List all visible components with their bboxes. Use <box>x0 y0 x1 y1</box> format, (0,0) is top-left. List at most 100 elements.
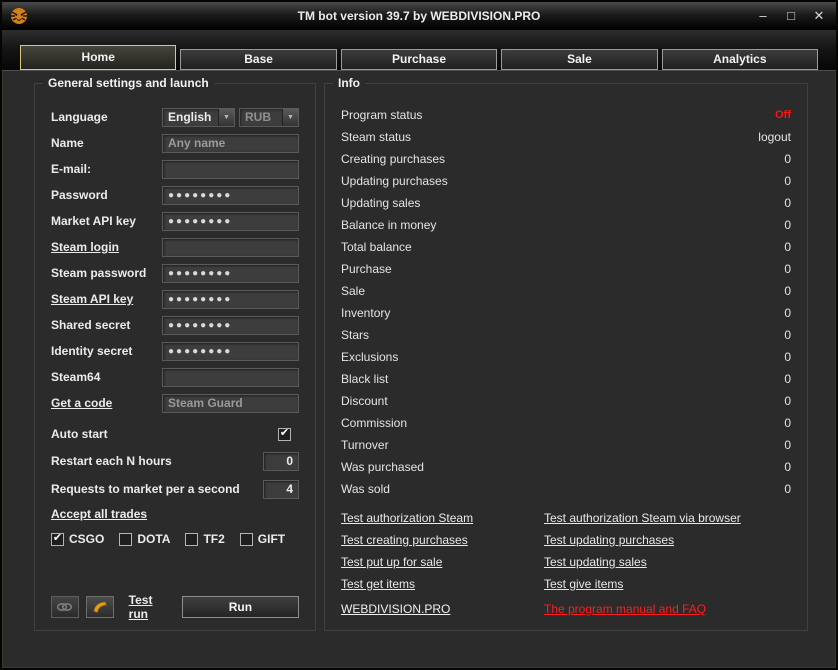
currency-dropdown[interactable]: RUB ▼ <box>239 107 299 127</box>
shared-secret-label: Shared secret <box>51 318 131 332</box>
steam64-input[interactable] <box>162 367 299 387</box>
tf2-label: TF2 <box>203 532 225 546</box>
accept-all-trades-link[interactable]: Accept all trades <box>51 507 147 521</box>
titlebar[interactable]: TM bot version 39.7 by WEBDIVISION.PRO –… <box>2 2 836 30</box>
game-tf2: TF2 <box>185 532 225 546</box>
info-value: 0 <box>784 196 791 210</box>
info-label: Program status <box>341 108 423 122</box>
name-label: Name <box>51 136 84 150</box>
steam-status-badge: logout <box>758 130 791 144</box>
settings-group: General settings and launch Language Eng… <box>34 76 316 631</box>
restart-hours-input[interactable] <box>263 451 299 471</box>
shared-secret-input[interactable] <box>162 315 299 335</box>
identity-secret-input[interactable] <box>162 341 299 361</box>
info-label: Balance in money <box>341 218 437 232</box>
test-authorization-steam-link[interactable]: Test authorization Steam <box>341 511 544 525</box>
disconnect-button[interactable] <box>51 596 79 618</box>
tab-purchase[interactable]: Purchase <box>340 49 498 70</box>
password-input[interactable] <box>162 185 299 205</box>
steam-guard-input[interactable] <box>162 393 299 413</box>
requests-row: Requests to market per a second <box>51 475 299 503</box>
email-label: E-mail: <box>51 162 92 176</box>
window-controls: – □ ✕ <box>754 7 828 25</box>
info-group: Info Program status Off Steam status log… <box>324 76 808 631</box>
test-run-link[interactable]: Test run <box>129 593 175 621</box>
minimize-button[interactable]: – <box>754 7 772 25</box>
tf2-checkbox[interactable] <box>185 532 199 546</box>
webdivision-link[interactable]: WEBDIVISION.PRO <box>341 602 450 616</box>
chevron-down-icon[interactable]: ▼ <box>218 108 234 126</box>
steam-api-key-link[interactable]: Steam API key <box>51 292 133 306</box>
steam-password-row: Steam password <box>51 260 299 286</box>
program-status-badge: Off <box>775 109 791 121</box>
steam64-row: Steam64 <box>51 364 299 390</box>
tab-home[interactable]: Home <box>20 45 177 70</box>
info-label: Was sold <box>341 482 390 496</box>
info-value: 0 <box>784 284 791 298</box>
gift-checkbox[interactable] <box>239 532 253 546</box>
market-api-key-label: Market API key <box>51 214 136 228</box>
info-label: Discount <box>341 394 388 408</box>
chain-link-icon <box>57 602 73 612</box>
dota-checkbox[interactable] <box>119 532 133 546</box>
info-value: 0 <box>784 306 791 320</box>
autostart-row: Auto start ✔ <box>51 421 299 447</box>
email-input[interactable] <box>162 159 299 179</box>
info-row: Was sold 0 <box>341 478 791 500</box>
app-logo-icon <box>10 6 30 26</box>
test-links-block: Test authorization Steam Test authorizat… <box>341 507 791 595</box>
test-get-items-link[interactable]: Test get items <box>341 577 544 591</box>
test-give-items-link[interactable]: Test give items <box>544 577 623 591</box>
autostart-label: Auto start <box>51 427 108 441</box>
accept-trades-row: Accept all trades <box>51 503 299 525</box>
tab-base[interactable]: Base <box>180 49 337 70</box>
info-label: Steam status <box>341 130 412 144</box>
name-input[interactable] <box>162 133 299 153</box>
csgo-checkbox[interactable]: ✔ <box>51 532 64 546</box>
info-value: 0 <box>784 240 791 254</box>
info-label: Stars <box>341 328 370 342</box>
test-updating-purchases-link[interactable]: Test updating purchases <box>544 533 674 547</box>
close-button[interactable]: ✕ <box>810 7 828 25</box>
run-button[interactable]: Run <box>181 596 300 618</box>
steam-api-key-row: Steam API key <box>51 286 299 312</box>
maximize-button[interactable]: □ <box>782 7 800 25</box>
steam-login-input[interactable] <box>162 237 299 257</box>
info-value: 0 <box>784 482 791 496</box>
autostart-checkbox[interactable]: ✔ <box>278 427 291 441</box>
market-api-key-row: Market API key <box>51 208 299 234</box>
test-creating-purchases-link[interactable]: Test creating purchases <box>341 533 544 547</box>
info-value: 0 <box>784 372 791 386</box>
market-api-key-input[interactable] <box>162 211 299 231</box>
steam-api-key-input[interactable] <box>162 289 299 309</box>
steam-password-input[interactable] <box>162 263 299 283</box>
horn-button[interactable] <box>85 596 114 618</box>
test-updating-sales-link[interactable]: Test updating sales <box>544 555 647 569</box>
launch-row: Test run Run <box>51 593 300 621</box>
steam-password-label: Steam password <box>51 266 147 280</box>
test-put-up-for-sale-link[interactable]: Test put up for sale <box>341 555 544 569</box>
chevron-down-icon[interactable]: ▼ <box>282 108 298 126</box>
info-row: Purchase 0 <box>341 258 791 280</box>
language-value: English <box>168 109 212 124</box>
language-dropdown[interactable]: English ▼ <box>162 107 235 127</box>
gift-label: GIFT <box>257 532 286 546</box>
tab-sale[interactable]: Sale <box>501 49 658 70</box>
info-value: 0 <box>784 460 791 474</box>
steam-login-link[interactable]: Steam login <box>51 240 119 254</box>
info-row: Turnover 0 <box>341 434 791 456</box>
test-authorization-steam-browser-link[interactable]: Test authorization Steam via browser <box>544 511 741 525</box>
info-row: Black list 0 <box>341 368 791 390</box>
info-label: Total balance <box>341 240 412 254</box>
info-label: Was purchased <box>341 460 424 474</box>
test-links-row: Test get items Test give items <box>341 573 791 595</box>
app-window: TM bot version 39.7 by WEBDIVISION.PRO –… <box>0 0 838 670</box>
tab-analytics[interactable]: Analytics <box>661 49 819 70</box>
manual-faq-link[interactable]: The program manual and FAQ <box>544 602 706 616</box>
shared-secret-row: Shared secret <box>51 312 299 338</box>
identity-secret-row: Identity secret <box>51 338 299 364</box>
requests-per-second-input[interactable] <box>263 479 299 499</box>
get-code-link[interactable]: Get a code <box>51 396 112 410</box>
steam-login-row: Steam login <box>51 234 299 260</box>
email-row: E-mail: <box>51 156 299 182</box>
